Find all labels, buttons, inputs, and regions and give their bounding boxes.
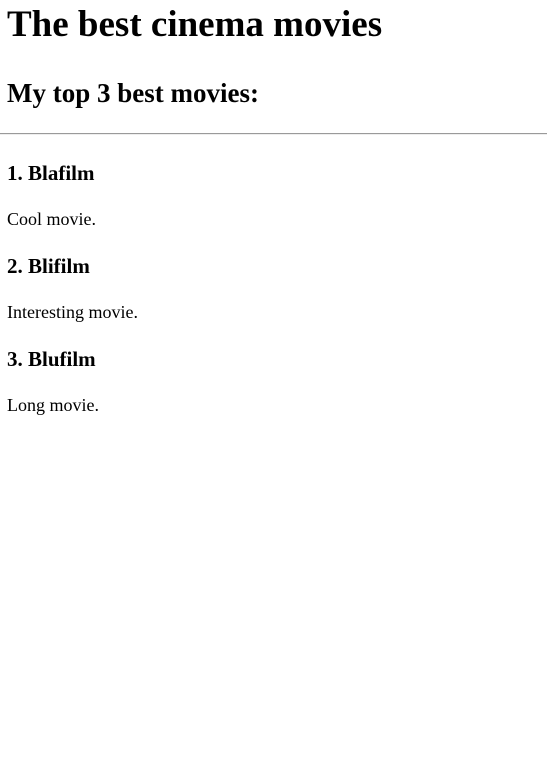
- movie-title: 3. Blufilm: [7, 347, 96, 371]
- movie-title: 1. Blafilm: [7, 161, 95, 185]
- movie-description: Interesting movie.: [7, 302, 138, 322]
- movie-description: Cool movie.: [7, 209, 96, 229]
- movie-title: 2. Blifilm: [7, 254, 90, 278]
- page-content: The best cinema movies My top 3 best mov…: [0, 3, 547, 416]
- page-subtitle: My top 3 best movies:: [7, 78, 259, 108]
- movie-item-1: 1. Blafilm Cool movie.: [7, 161, 540, 230]
- divider: [0, 133, 547, 135]
- movie-description: Long movie.: [7, 395, 99, 415]
- page-title: The best cinema movies: [7, 4, 383, 45]
- movie-item-3: 3. Blufilm Long movie.: [7, 347, 540, 416]
- movie-item-2: 2. Blifilm Interesting movie.: [7, 254, 540, 323]
